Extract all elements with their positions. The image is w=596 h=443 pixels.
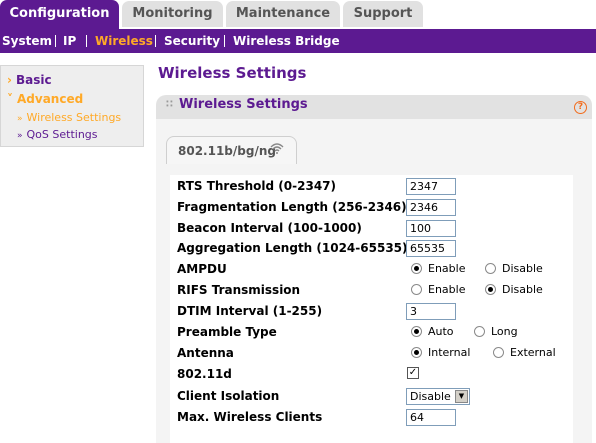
subnav-divider [55, 35, 56, 47]
wireless-settings-form: RTS Threshold (0-2347) 2347 Fragmentatio… [170, 175, 573, 443]
chevron-down-icon: ˅ [7, 92, 13, 106]
dtim-interval-input[interactable]: 3 [406, 303, 456, 320]
antenna-external-label: External [510, 346, 556, 359]
ampdu-enable-radio[interactable] [411, 263, 422, 274]
rifs-enable-label: Enable [428, 283, 466, 296]
beacon-interval-label: Beacon Interval (100-1000) [177, 221, 362, 235]
nav-wireless-settings-label: Wireless Settings [26, 111, 122, 124]
row-aggregation-length: Aggregation Length (1024-65535) 65535 [170, 238, 573, 259]
sub-navigation: System IP Wireless Security Wireless Bri… [0, 29, 596, 53]
row-dtim-interval: DTIM Interval (1-255) 3 [170, 301, 573, 322]
subnav-divider [155, 35, 156, 47]
subnav-ip[interactable]: IP [63, 29, 76, 53]
mode-tab-label: 802.11b/bg/ng [178, 144, 276, 158]
subnav-wireless-bridge[interactable]: Wireless Bridge [233, 29, 340, 53]
nav-wireless-settings[interactable]: » Wireless Settings [17, 111, 121, 124]
preamble-auto-radio[interactable] [411, 326, 422, 337]
dtim-interval-label: DTIM Interval (1-255) [177, 304, 323, 318]
tab-maintenance[interactable]: Maintenance [226, 1, 340, 27]
tab-configuration[interactable]: Configuration [0, 0, 119, 29]
ampdu-disable-radio[interactable] [485, 263, 496, 274]
aggregation-length-input[interactable]: 65535 [406, 240, 456, 257]
preamble-auto-label: Auto [428, 325, 454, 338]
subnav-system[interactable]: System [2, 29, 52, 53]
nav-qos-settings-label: QoS Settings [26, 128, 98, 141]
nav-basic-label: Basic [15, 73, 52, 87]
nav-basic[interactable]: › Basic [7, 73, 52, 87]
dot11d-label: 802.11d [177, 367, 232, 381]
tab-80211bgng[interactable]: 802.11b/bg/ng [166, 136, 297, 164]
preamble-long-radio[interactable] [474, 326, 485, 337]
tab-support[interactable]: Support [343, 1, 423, 27]
section-title: Wireless Settings [179, 97, 308, 112]
subnav-divider [86, 35, 87, 47]
nav-qos-settings[interactable]: » QoS Settings [17, 128, 98, 141]
page-title: Wireless Settings [158, 64, 307, 82]
subnav-security[interactable]: Security [164, 29, 220, 53]
beacon-interval-input[interactable]: 100 [406, 220, 456, 237]
left-navigation: › Basic ˅ Advanced » Wireless Settings » QoS… [0, 65, 144, 147]
chevron-right-icon: » [17, 131, 23, 141]
rifs-transmission-label: RIFS Transmission [177, 283, 301, 297]
max-wireless-clients-input[interactable]: 64 [406, 409, 456, 426]
ampdu-disable-label: Disable [502, 262, 543, 275]
row-max-wireless-clients: Max. Wireless Clients 64 [170, 407, 573, 428]
subnav-wireless[interactable]: Wireless [95, 29, 153, 53]
ampdu-label: AMPDU [177, 262, 227, 276]
row-80211d: 802.11d ✓ [170, 364, 573, 385]
row-fragmentation-length: Fragmentation Length (256-2346) 2346 [170, 197, 573, 218]
dot11d-checkbox[interactable]: ✓ [407, 367, 419, 379]
preamble-type-label: Preamble Type [177, 325, 277, 339]
aggregation-length-label: Aggregation Length (1024-65535) [177, 241, 408, 255]
fragmentation-length-input[interactable]: 2346 [406, 199, 456, 216]
fragmentation-length-label: Fragmentation Length (256-2346) [177, 200, 407, 214]
section-header: ∷ Wireless Settings ? [156, 95, 592, 119]
rifs-disable-radio[interactable] [485, 284, 496, 295]
antenna-internal-radio[interactable] [411, 347, 422, 358]
drag-handle-icon: ∷ [166, 99, 173, 110]
row-client-isolation: Client Isolation Disable ▼ [170, 386, 573, 407]
rts-threshold-input[interactable]: 2347 [406, 178, 456, 195]
row-preamble-type: Preamble Type Auto Long [170, 322, 573, 343]
nav-advanced-label: Advanced [17, 92, 84, 106]
client-isolation-label: Client Isolation [177, 389, 280, 403]
row-rifs-transmission: RIFS Transmission Enable Disable [170, 280, 573, 301]
help-icon[interactable]: ? [574, 101, 587, 114]
client-isolation-value: Disable [410, 390, 451, 403]
chevron-right-icon: › [7, 73, 12, 87]
nav-advanced[interactable]: ˅ Advanced [7, 92, 83, 106]
rts-threshold-label: RTS Threshold (0-2347) [177, 179, 336, 193]
rifs-enable-radio[interactable] [411, 284, 422, 295]
antenna-internal-label: Internal [428, 346, 471, 359]
max-wireless-clients-label: Max. Wireless Clients [177, 410, 323, 424]
row-antenna: Antenna Internal External [170, 343, 573, 364]
top-tabs: Configuration Monitoring Maintenance Sup… [0, 0, 596, 29]
row-rts-threshold: RTS Threshold (0-2347) 2347 [170, 176, 573, 197]
ampdu-enable-label: Enable [428, 262, 466, 275]
chevron-right-icon: » [17, 114, 23, 124]
antenna-label: Antenna [177, 346, 234, 360]
row-beacon-interval: Beacon Interval (100-1000) 100 [170, 218, 573, 239]
rifs-disable-label: Disable [502, 283, 543, 296]
wifi-icon [270, 143, 284, 154]
row-ampdu: AMPDU Enable Disable [170, 259, 573, 280]
subnav-divider [224, 35, 225, 47]
antenna-external-radio[interactable] [493, 347, 504, 358]
client-isolation-select[interactable]: Disable ▼ [406, 388, 470, 405]
tab-monitoring[interactable]: Monitoring [122, 1, 223, 27]
dropdown-arrow-icon: ▼ [455, 390, 468, 403]
preamble-long-label: Long [491, 325, 518, 338]
